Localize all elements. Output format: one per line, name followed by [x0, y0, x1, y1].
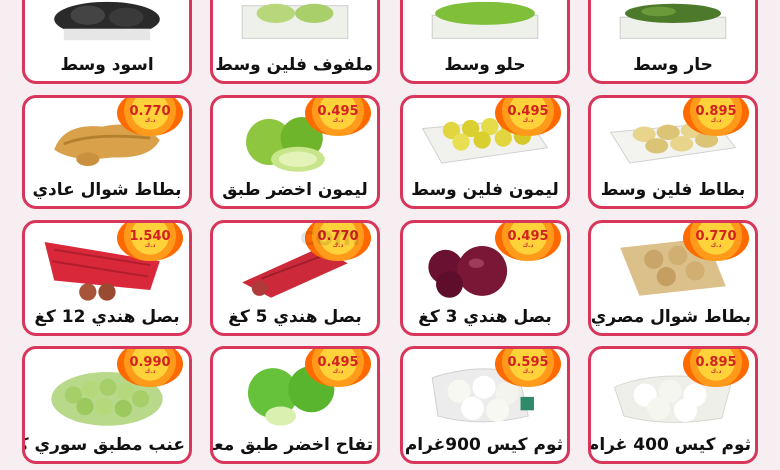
- product-name: بصل هندي 3 كغ: [418, 307, 552, 327]
- product-image: [601, 1, 745, 43]
- product-name: تفاح اخضر طبق معرم: [213, 435, 373, 455]
- product-grid: اسود وسط ملفوف فلين وسط حلو وسط حار وسط …: [0, 0, 780, 470]
- product-name: اسود وسط: [60, 55, 154, 75]
- currency: د.ك: [144, 242, 156, 249]
- product-name: ليمون فلين وسط: [411, 180, 559, 200]
- product-name: ملفوف فلين وسط: [215, 55, 373, 75]
- product-card[interactable]: 0.895 د.ك بطاط فلين وسط: [588, 95, 758, 209]
- product-card[interactable]: 0.495 د.ك ليمون فلين وسط: [400, 95, 570, 209]
- product-name: ليمون اخضر طبق: [222, 180, 368, 200]
- product-card[interactable]: 0.495د.ك تفاح اخضر طبق معرم: [210, 346, 380, 464]
- product-card[interactable]: 0.990د.ك عنب مطبق سوري كبير: [22, 346, 192, 464]
- currency: د.ك: [144, 117, 156, 124]
- currency: د.ك: [710, 242, 722, 249]
- product-card[interactable]: حلو وسط: [400, 0, 570, 84]
- product-name: بطاط شوال عادي: [32, 180, 182, 200]
- product-name: بطاط شوال مصري 3كغ: [590, 307, 751, 327]
- watermark: com: [300, 222, 361, 252]
- product-card[interactable]: 0.495 د.ك بصل هندي 3 كغ: [400, 220, 570, 336]
- product-name: بصل هندي 5 كغ: [228, 307, 362, 327]
- currency: د.ك: [522, 242, 534, 249]
- product-card[interactable]: 0.895 د.ك ثوم كيس 400 غرام: [588, 346, 758, 464]
- currency: د.ك: [522, 368, 534, 375]
- product-image: [413, 1, 557, 43]
- product-image: [35, 1, 179, 43]
- product-name: ثوم كيس 900غرام: [404, 435, 563, 455]
- product-card[interactable]: اسود وسط: [22, 0, 192, 84]
- product-name: حلو وسط: [444, 55, 526, 75]
- product-name: حار وسط: [633, 55, 713, 75]
- product-card[interactable]: 0.495 د.ك ليمون اخضر طبق: [210, 95, 380, 209]
- product-image: [223, 1, 367, 43]
- product-card[interactable]: حار وسط: [588, 0, 758, 84]
- product-card[interactable]: ملفوف فلين وسط: [210, 0, 380, 84]
- currency: د.ك: [522, 117, 534, 124]
- currency: د.ك: [332, 368, 344, 375]
- currency: د.ك: [332, 117, 344, 124]
- product-name: عنب مطبق سوري كبير: [25, 435, 185, 455]
- product-card[interactable]: 1.540 د.ك بصل هندي 12 كغ: [22, 220, 192, 336]
- product-name: بطاط فلين وسط: [600, 180, 746, 200]
- currency: د.ك: [710, 117, 722, 124]
- product-name: ثوم كيس 400 غرام: [588, 435, 751, 455]
- product-card[interactable]: 0.770 د.ك بطاط شوال عادي: [22, 95, 192, 209]
- currency: د.ك: [710, 368, 722, 375]
- product-name: بصل هندي 12 كغ: [34, 307, 180, 327]
- currency: د.ك: [144, 368, 156, 375]
- product-card[interactable]: 0.595 د.ك ثوم كيس 900غرام: [400, 346, 570, 464]
- product-card[interactable]: 0.770د.ك بطاط شوال مصري 3كغ: [588, 220, 758, 336]
